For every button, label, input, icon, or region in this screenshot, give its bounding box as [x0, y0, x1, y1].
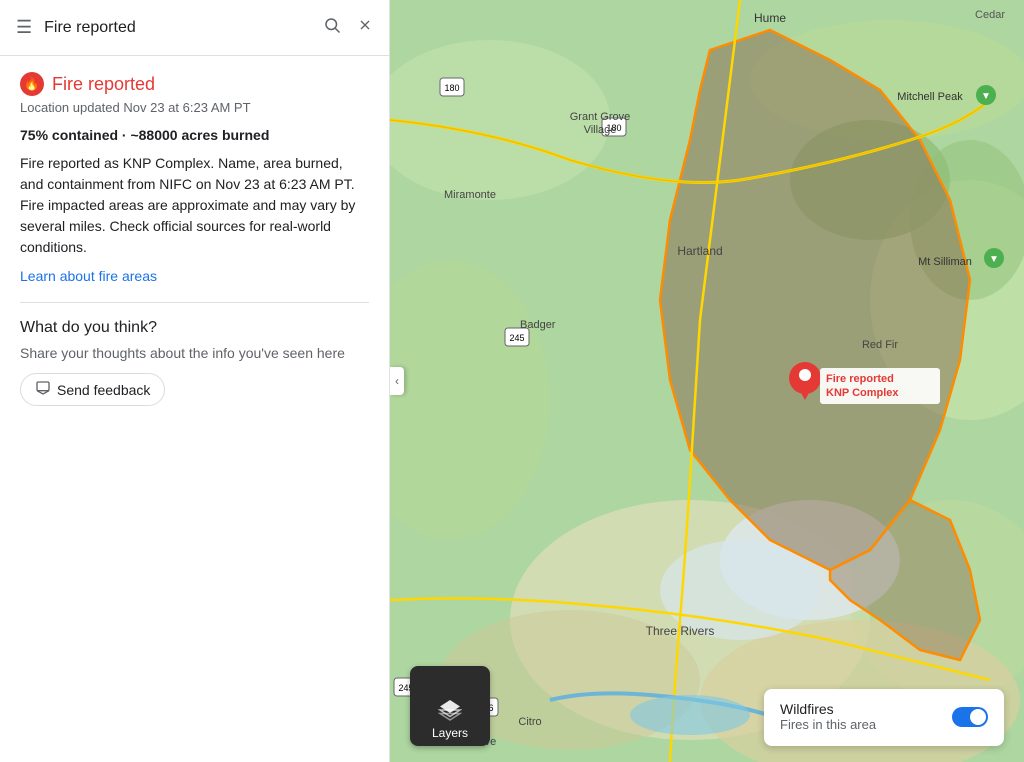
containment-info: 75% contained · ~88000 acres burned — [20, 127, 369, 143]
fire-icon — [20, 72, 44, 96]
svg-text:Fire reported: Fire reported — [826, 373, 894, 385]
svg-text:Miramonte: Miramonte — [444, 189, 496, 201]
send-feedback-button[interactable]: Send feedback — [20, 373, 165, 406]
svg-text:245: 245 — [509, 333, 524, 343]
svg-text:Hartland: Hartland — [677, 244, 722, 258]
map-area[interactable]: 180 180 245 245 216 Hume Cedar Grant Gro… — [390, 0, 1024, 762]
location-updated: Location updated Nov 23 at 6:23 AM PT — [20, 100, 369, 115]
wildfires-toggle[interactable] — [952, 707, 988, 727]
fire-description: Fire reported as KNP Complex. Name, area… — [20, 153, 369, 258]
svg-text:Hume: Hume — [754, 11, 786, 25]
wildfires-panel: Wildfires Fires in this area — [764, 689, 1004, 746]
wildfires-row: Wildfires Fires in this area — [780, 701, 988, 732]
learn-link[interactable]: Learn about fire areas — [20, 268, 157, 284]
map-svg: 180 180 245 245 216 Hume Cedar Grant Gro… — [390, 0, 1024, 762]
svg-text:Village: Village — [584, 124, 617, 136]
search-bar: ☰ Fire reported — [0, 0, 389, 56]
chevron-left-icon: ‹ — [395, 374, 399, 388]
feedback-icon — [35, 380, 51, 399]
svg-text:Cedar: Cedar — [975, 9, 1005, 21]
svg-text:KNP Complex: KNP Complex — [826, 387, 899, 399]
svg-text:Grant Grove: Grant Grove — [570, 111, 631, 123]
search-icon[interactable] — [319, 12, 345, 43]
layers-thumbnail: Layers — [410, 666, 490, 746]
feedback-title: What do you think? — [20, 319, 369, 337]
content-area: Fire reported Location updated Nov 23 at… — [0, 56, 389, 762]
feedback-subtitle: Share your thoughts about the info you'v… — [20, 345, 369, 361]
wildfires-title: Wildfires — [780, 701, 876, 717]
svg-text:Citro: Citro — [518, 716, 541, 728]
close-icon[interactable] — [353, 13, 377, 42]
svg-text:▼: ▼ — [989, 254, 999, 265]
search-text: Fire reported — [44, 19, 311, 37]
svg-text:Three Rivers: Three Rivers — [646, 624, 715, 638]
fire-title: Fire reported — [52, 74, 155, 95]
wildfires-text-group: Wildfires Fires in this area — [780, 701, 876, 732]
collapse-panel-button[interactable]: ‹ — [390, 367, 404, 395]
divider — [20, 302, 369, 303]
svg-text:180: 180 — [444, 83, 459, 93]
svg-text:▼: ▼ — [981, 91, 991, 102]
layers-label: Layers — [432, 726, 468, 740]
fire-title-row: Fire reported — [20, 72, 369, 96]
svg-text:Mitchell Peak: Mitchell Peak — [897, 91, 963, 103]
svg-text:Red Fir: Red Fir — [862, 339, 898, 351]
svg-text:Mt Silliman: Mt Silliman — [918, 256, 972, 268]
layers-icon — [438, 698, 462, 722]
fires-area-text: Fires in this area — [780, 717, 876, 732]
left-panel: ☰ Fire reported Fire reported Location u… — [0, 0, 390, 762]
menu-icon[interactable]: ☰ — [12, 13, 36, 42]
svg-text:Badger: Badger — [520, 319, 556, 331]
layers-control[interactable]: Layers — [410, 666, 490, 746]
feedback-button-label: Send feedback — [57, 382, 150, 398]
